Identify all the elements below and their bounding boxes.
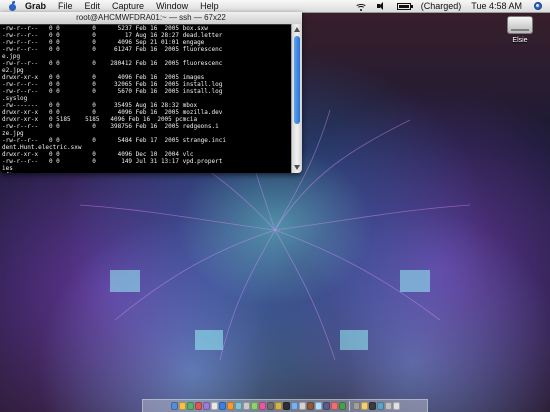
terminal-line: sftp> — [2, 172, 292, 173]
battery-icon[interactable] — [396, 2, 413, 10]
terminal-line: -rw-r--r-- 0 0 0 398756 Feb 16 2005 redg… — [2, 123, 219, 130]
dock-app-icon[interactable] — [250, 402, 258, 410]
dock-app-icon[interactable] — [194, 402, 202, 410]
wifi-icon[interactable] — [355, 2, 368, 11]
terminal-line: -rw-r--r-- 0 0 0 61247 Feb 16 2005 fluor… — [2, 46, 223, 53]
terminal-line: -rw-r--r-- 0 0 0 5237 Feb 16 2005 box.sx… — [2, 25, 208, 32]
terminal-line: -rw-r--r-- 0 0 0 5670 Feb 16 2005 instal… — [2, 88, 223, 95]
terminal-window[interactable]: root@AHCMWFDRA01:~ — ssh — 67x22 -rw-r--… — [0, 12, 302, 173]
dock-app-icon[interactable] — [360, 402, 368, 410]
terminal-line: -rw-r--r-- 0 0 0 5484 Feb 17 2005 strang… — [2, 137, 226, 144]
dock-app-icon[interactable] — [282, 402, 290, 410]
dock-app-icon[interactable] — [210, 402, 218, 410]
battery-status[interactable]: (Charged) — [421, 0, 462, 12]
menu-window[interactable]: Window — [156, 0, 188, 12]
terminal-line: drwxr-xr-x 0 0 0 4096 Dec 10 2004 vlc — [2, 151, 194, 158]
terminal-line: drwxr-xr-x 0 0 0 4096 Feb 16 2005 images — [2, 74, 205, 81]
dock-app-icon[interactable] — [274, 402, 282, 410]
dock-app-icon[interactable] — [330, 402, 338, 410]
dock-app-icon[interactable] — [298, 402, 306, 410]
scroll-thumb[interactable] — [294, 36, 300, 124]
menu-capture[interactable]: Capture — [112, 0, 144, 12]
scroll-down-icon[interactable] — [294, 165, 300, 170]
dock-app-icon[interactable] — [202, 402, 210, 410]
terminal-line: e.jpg — [2, 53, 21, 60]
terminal-line: -rw-r--r-- 0 0 0 17 Aug 16 28:27 dead.le… — [2, 32, 223, 39]
dock-app-icon[interactable] — [178, 402, 186, 410]
terminal-line: -rw-r--r-- 0 0 0 32065 Feb 16 2005 insta… — [2, 81, 223, 88]
dock-app-icon[interactable] — [314, 402, 322, 410]
spotlight-icon[interactable] — [532, 1, 542, 11]
terminal-line: -rw-r--r-- 0 0 0 149 Jul 31 13:17 vpd.pr… — [2, 158, 223, 165]
dock-app-icon[interactable] — [384, 402, 392, 410]
terminal-line: -rw-r--r-- 0 0 0 4096 Sep 21 01:01 engag… — [2, 39, 205, 46]
terminal-line: .syslog — [2, 95, 28, 102]
dock-app-icon[interactable] — [376, 402, 384, 410]
dock-app-icon[interactable] — [170, 402, 178, 410]
menu-extras: (Charged) Tue 4:58 AM — [350, 0, 542, 12]
dock-app-icon[interactable] — [338, 402, 346, 410]
drive-label: Elsie — [512, 37, 528, 44]
menu-edit[interactable]: Edit — [85, 0, 101, 12]
dock-app-icon[interactable] — [290, 402, 298, 410]
terminal-line: ies — [2, 165, 13, 172]
terminal-line: -rw-r--r-- 0 0 0 280412 Feb 16 2005 fluo… — [2, 60, 223, 67]
menu-help[interactable]: Help — [200, 0, 219, 12]
dock-app-icon[interactable] — [242, 402, 250, 410]
dock-app-icon[interactable] — [218, 402, 226, 410]
dock-app-icon[interactable] — [226, 402, 234, 410]
volume-icon[interactable] — [376, 2, 387, 10]
dock — [142, 399, 428, 412]
menu-clock[interactable]: Tue 4:58 AM — [471, 0, 522, 12]
terminal-line: drwxr-xr-x 0 5185 5185 4096 Feb 16 2005 … — [2, 116, 198, 123]
scroll-up-icon[interactable] — [294, 27, 300, 32]
terminal-line: ze.jpg — [2, 130, 24, 137]
dock-separator — [348, 401, 350, 411]
dock-app-icon[interactable] — [258, 402, 266, 410]
terminal-line: dent.Hunt.electric.sxw — [2, 144, 82, 151]
dock-app-icon[interactable] — [234, 402, 242, 410]
terminal-scrollbar[interactable] — [291, 24, 302, 173]
desktop-drive[interactable]: Elsie — [500, 16, 540, 56]
terminal-line: -rw------- 0 0 0 35495 Aug 16 28:32 mbox — [2, 102, 198, 109]
dock-app-icon[interactable] — [306, 402, 314, 410]
dock-app-icon[interactable] — [186, 402, 194, 410]
dock-app-icon[interactable] — [266, 402, 274, 410]
dock-app-icon[interactable] — [322, 402, 330, 410]
terminal-line: drwxr-xr-x 0 0 0 4096 Feb 16 2005 mozill… — [2, 109, 223, 116]
dock-app-icon[interactable] — [352, 402, 360, 410]
terminal-cursor — [23, 172, 28, 173]
apple-menu-icon[interactable] — [8, 1, 17, 11]
terminal-title: root@AHCMWFDRA01:~ — ssh — 67x22 — [76, 13, 226, 22]
hard-drive-icon — [507, 16, 533, 34]
terminal-output[interactable]: -rw-r--r-- 0 0 0 5237 Feb 16 2005 box.sx… — [0, 24, 292, 173]
dock-app-icon[interactable] — [368, 402, 376, 410]
terminal-line: e2.jpg — [2, 67, 24, 74]
menu-file[interactable]: File — [58, 0, 73, 12]
dock-app-icon[interactable] — [392, 402, 400, 410]
menu-app-grab[interactable]: Grab — [25, 0, 46, 12]
